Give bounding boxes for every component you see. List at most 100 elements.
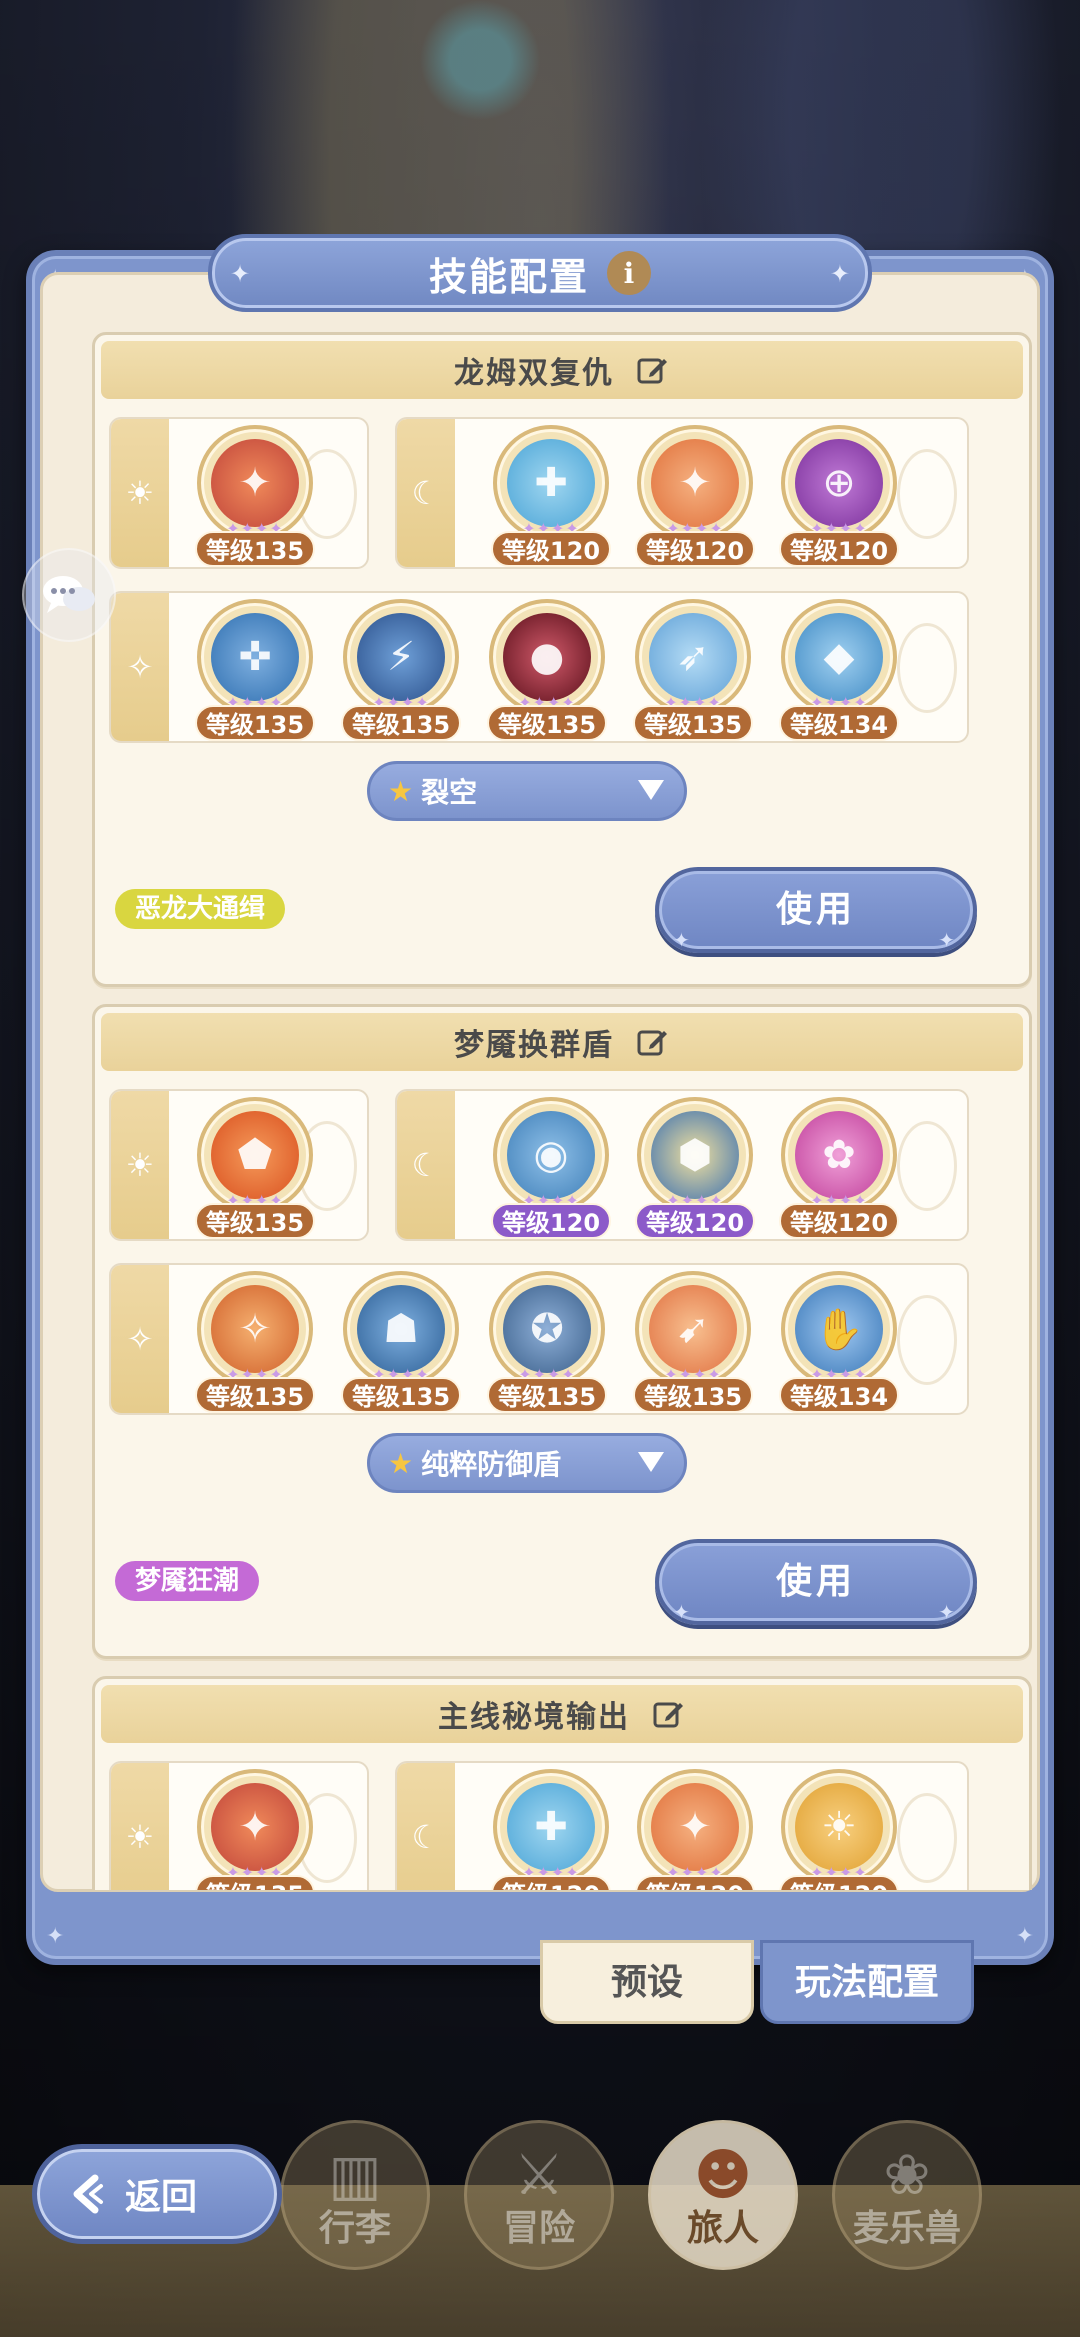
skill-slot[interactable]: ⬢ ✦✦✦✦ 等级120 — [633, 1091, 757, 1241]
ultimate-skill-dropdown[interactable]: ★ 纯粹防御盾 — [367, 1433, 687, 1493]
skill-level-badge: 等级120 — [635, 531, 755, 567]
preset-card: 梦魇换群盾 ☀ ☾ ✧ ⬟ ✦✦✦✦ 等级135 ◉ ✦✦✦✦ 等级120 ⬢ … — [92, 1004, 1032, 1659]
swords-icon: ⚔ — [513, 2143, 565, 2208]
skill-icon: ✪ — [503, 1285, 591, 1373]
skill-slot[interactable]: ✪ ✦✦✦✦ 等级135 — [485, 1265, 609, 1415]
pet-icon: ❀ — [883, 2143, 931, 2208]
moon-icon: ☾ — [397, 1091, 455, 1239]
skill-icon: ⬢ — [651, 1111, 739, 1199]
skill-level-badge: 等级135 — [487, 705, 607, 741]
corner-star-icon: ✦ — [46, 1924, 65, 1949]
skill-slot[interactable]: ● ✦✦✦✦ 等级135 — [485, 593, 609, 743]
chat-button[interactable] — [22, 548, 116, 642]
preset-header: 梦魇换群盾 — [101, 1013, 1023, 1071]
edit-icon[interactable] — [636, 1025, 670, 1059]
skill-level-badge: 等级120 — [491, 1875, 611, 1890]
star-icon: ✧ — [111, 593, 169, 741]
skill-slot[interactable]: ☗ ✦✦✦✦ 等级135 — [339, 1265, 463, 1415]
skill-level-badge: 等级134 — [779, 705, 899, 741]
skill-level-badge: 等级120 — [635, 1875, 755, 1890]
preset-name: 梦魇换群盾 — [454, 1028, 614, 1063]
edit-icon[interactable] — [636, 353, 670, 387]
back-button[interactable]: 返回 — [32, 2144, 282, 2244]
preset-list[interactable]: 龙姆双复仇 ☀ ☾ ✧ ✦ ✦✦✦✦ 等级135 ✚ ✦✦✦✦ 等级120 ✦ … — [40, 272, 1040, 1890]
luggage-icon: ▥ — [328, 2143, 382, 2208]
skill-icon: ✦ — [651, 439, 739, 527]
skill-level-badge: 等级135 — [195, 1377, 315, 1413]
skill-slot[interactable]: ◉ ✦✦✦✦ 等级120 — [489, 1091, 613, 1241]
preset-card: 主线秘境输出 ☀ ☾ ✦ ✦✦✦✦ 等级135 ✚ ✦✦✦✦ 等级120 ✦ ✦… — [92, 1676, 1032, 1890]
skill-level-badge: 等级134 — [779, 1377, 899, 1413]
use-button[interactable]: ✦ 使用 ✦ — [655, 867, 977, 953]
skill-level-badge: 等级120 — [635, 1203, 755, 1239]
nav-traveler[interactable]: ☻ 旅人 — [648, 2120, 798, 2270]
skill-slot[interactable]: ➶ ✦✦✦✦ 等级135 — [631, 593, 755, 743]
tab-preset[interactable]: 预设 — [540, 1940, 754, 2024]
skill-icon: ✚ — [507, 439, 595, 527]
tab-play-config[interactable]: 玩法配置 — [760, 1940, 974, 2024]
skill-level-badge: 等级120 — [779, 1203, 899, 1239]
skill-slot[interactable]: ✧ ✦✦✦✦ 等级135 — [193, 1265, 317, 1415]
skill-level-badge: 等级135 — [341, 705, 461, 741]
skill-level-badge: 等级135 — [487, 1377, 607, 1413]
chevron-down-icon — [638, 780, 664, 800]
skill-slot[interactable]: ➹ ✦✦✦✦ 等级135 — [631, 1265, 755, 1415]
skill-slot[interactable]: ✦ ✦✦✦✦ 等级120 — [633, 419, 757, 569]
skill-icon: ✦ — [211, 439, 299, 527]
skill-slot[interactable]: ⊕ ✦✦✦✦ 等级120 — [777, 419, 901, 569]
skill-slot[interactable]: ⚡ ✦✦✦✦ 等级135 — [339, 593, 463, 743]
skill-icon: ✜ — [211, 613, 299, 701]
skill-icon: ⬟ — [211, 1111, 299, 1199]
skill-level-badge: 等级120 — [491, 1203, 611, 1239]
skill-slot[interactable]: ⬟ ✦✦✦✦ 等级135 — [193, 1091, 317, 1241]
sun-icon: ☀ — [111, 1763, 169, 1890]
star-icon: ★ — [388, 1446, 414, 1480]
preset-name: 龙姆双复仇 — [454, 356, 614, 391]
star-icon: ★ — [388, 774, 414, 808]
skill-icon: ✿ — [795, 1111, 883, 1199]
skill-slot[interactable]: ✋ ✦✦✦✦ 等级134 — [777, 1265, 901, 1415]
chat-icon — [43, 576, 95, 613]
skill-slot[interactable]: ✦ ✦✦✦✦ 等级135 — [193, 1763, 317, 1890]
skill-icon: ☗ — [357, 1285, 445, 1373]
skill-icon: ✦ — [211, 1783, 299, 1871]
mode-tag: 恶龙大通缉 — [115, 889, 286, 929]
skill-slot[interactable]: ☀ ✦✦✦✦ 等级120 — [777, 1763, 901, 1890]
skill-level-badge: 等级135 — [195, 531, 315, 567]
skill-slot[interactable]: ✚ ✦✦✦✦ 等级120 — [489, 419, 613, 569]
skill-icon: ✦ — [651, 1783, 739, 1871]
skill-icon: ☀ — [795, 1783, 883, 1871]
skill-level-badge: 等级135 — [195, 1203, 315, 1239]
skill-slot[interactable]: ✿ ✦✦✦✦ 等级120 — [777, 1091, 901, 1241]
moon-icon: ☾ — [397, 419, 455, 567]
skill-level-badge: 等级120 — [779, 1875, 899, 1890]
skill-slot[interactable]: ✦ ✦✦✦✦ 等级120 — [633, 1763, 757, 1890]
preset-header: 主线秘境输出 — [101, 1685, 1023, 1743]
nav-adventure[interactable]: ⚔ 冒险 — [464, 2120, 614, 2270]
skill-icon: ◆ — [795, 613, 883, 701]
use-button[interactable]: ✦ 使用 ✦ — [655, 1539, 977, 1625]
skill-slot[interactable]: ✚ ✦✦✦✦ 等级120 — [489, 1763, 613, 1890]
skill-icon: ✧ — [211, 1285, 299, 1373]
back-label: 返回 — [125, 2177, 198, 2218]
skill-level-badge: 等级135 — [633, 705, 753, 741]
skill-slot[interactable]: ◆ ✦✦✦✦ 等级134 — [777, 593, 901, 743]
skill-icon: ⊕ — [795, 439, 883, 527]
skill-icon: ● — [503, 613, 591, 701]
skill-slot[interactable]: ✜ ✦✦✦✦ 等级135 — [193, 593, 317, 743]
nav-luggage[interactable]: ▥ 行李 — [280, 2120, 430, 2270]
preset-header: 龙姆双复仇 — [101, 341, 1023, 399]
ultimate-skill-dropdown[interactable]: ★ 裂空 — [367, 761, 687, 821]
skill-slot[interactable]: ✦ ✦✦✦✦ 等级135 — [193, 419, 317, 569]
skill-icon: ⚡ — [357, 613, 445, 701]
skill-level-badge: 等级135 — [195, 705, 315, 741]
corner-star-icon: ✦ — [1015, 1924, 1034, 1949]
mode-tag: 梦魇狂潮 — [115, 1561, 260, 1601]
edit-icon[interactable] — [652, 1697, 686, 1731]
preset-name: 主线秘境输出 — [438, 1700, 630, 1735]
skill-level-badge: 等级135 — [195, 1875, 315, 1890]
nav-pet[interactable]: ❀ 麦乐兽 — [832, 2120, 982, 2270]
skill-level-badge: 等级120 — [491, 531, 611, 567]
skill-icon: ✋ — [795, 1285, 883, 1373]
skill-level-badge: 等级135 — [633, 1377, 753, 1413]
